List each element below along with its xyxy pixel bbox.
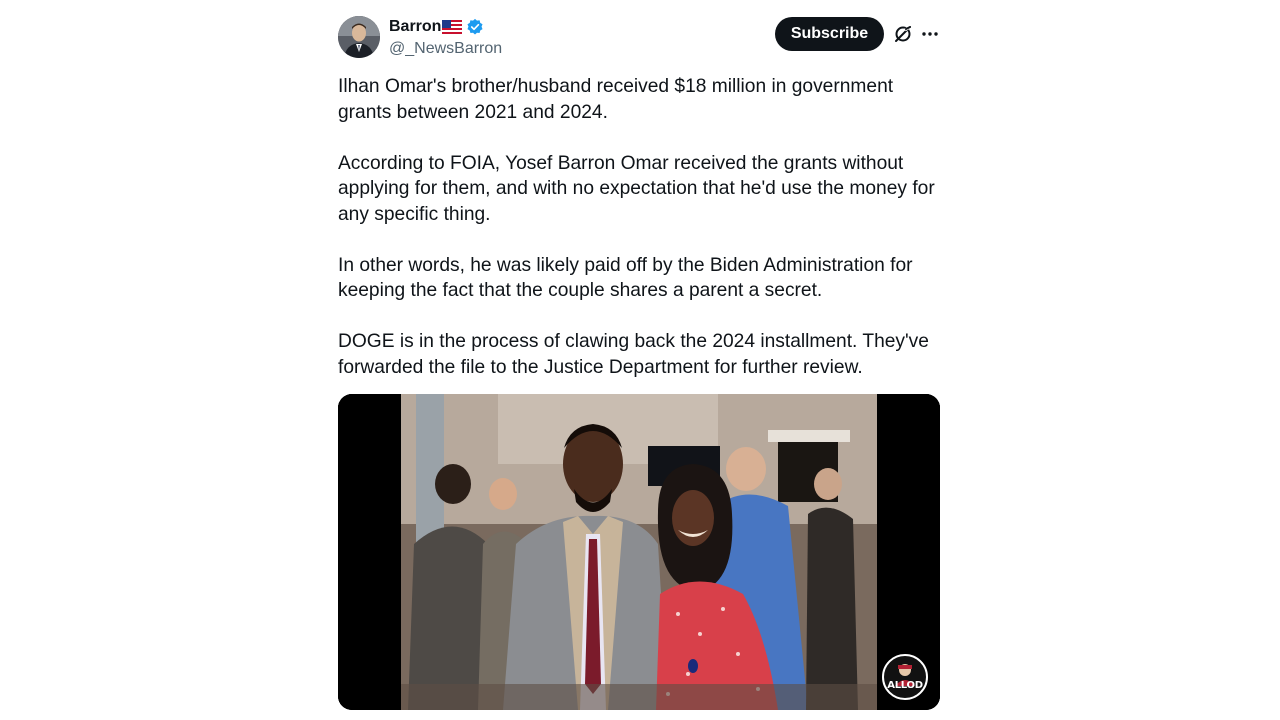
photo-image: [338, 394, 940, 710]
more-options-icon[interactable]: [920, 24, 940, 44]
tweet-photo[interactable]: ALLOD: [338, 394, 940, 710]
grok-icon[interactable]: [893, 24, 913, 44]
tweet-text: Ilhan Omar's brother/husband received $1…: [338, 74, 940, 380]
display-name-row[interactable]: Barron: [389, 17, 502, 37]
watermark-logo: ALLOD: [882, 654, 928, 700]
tweet-paragraph: According to FOIA, Yosef Barron Omar rec…: [338, 152, 935, 225]
tweet-header: Barron @_NewsBarron Subscribe: [338, 16, 940, 60]
tweet: Barron @_NewsBarron Subscribe Ilhan Omar…: [338, 0, 940, 720]
watermark-text: ALLOD: [887, 680, 923, 691]
author-names: Barron @_NewsBarron: [389, 17, 502, 59]
handle[interactable]: @_NewsBarron: [389, 39, 502, 59]
us-flag-icon: [442, 20, 463, 34]
tweet-paragraph: In other words, he was likely paid off b…: [338, 254, 913, 302]
subscribe-button[interactable]: Subscribe: [775, 17, 884, 51]
verified-badge-icon: [467, 18, 483, 35]
display-name[interactable]: Barron: [389, 17, 441, 37]
watermark-figure-icon: [895, 664, 915, 686]
avatar[interactable]: [338, 16, 380, 58]
tweet-paragraph: DOGE is in the process of clawing back t…: [338, 331, 929, 378]
tweet-paragraph: Ilhan Omar's brother/husband received $1…: [338, 76, 894, 123]
